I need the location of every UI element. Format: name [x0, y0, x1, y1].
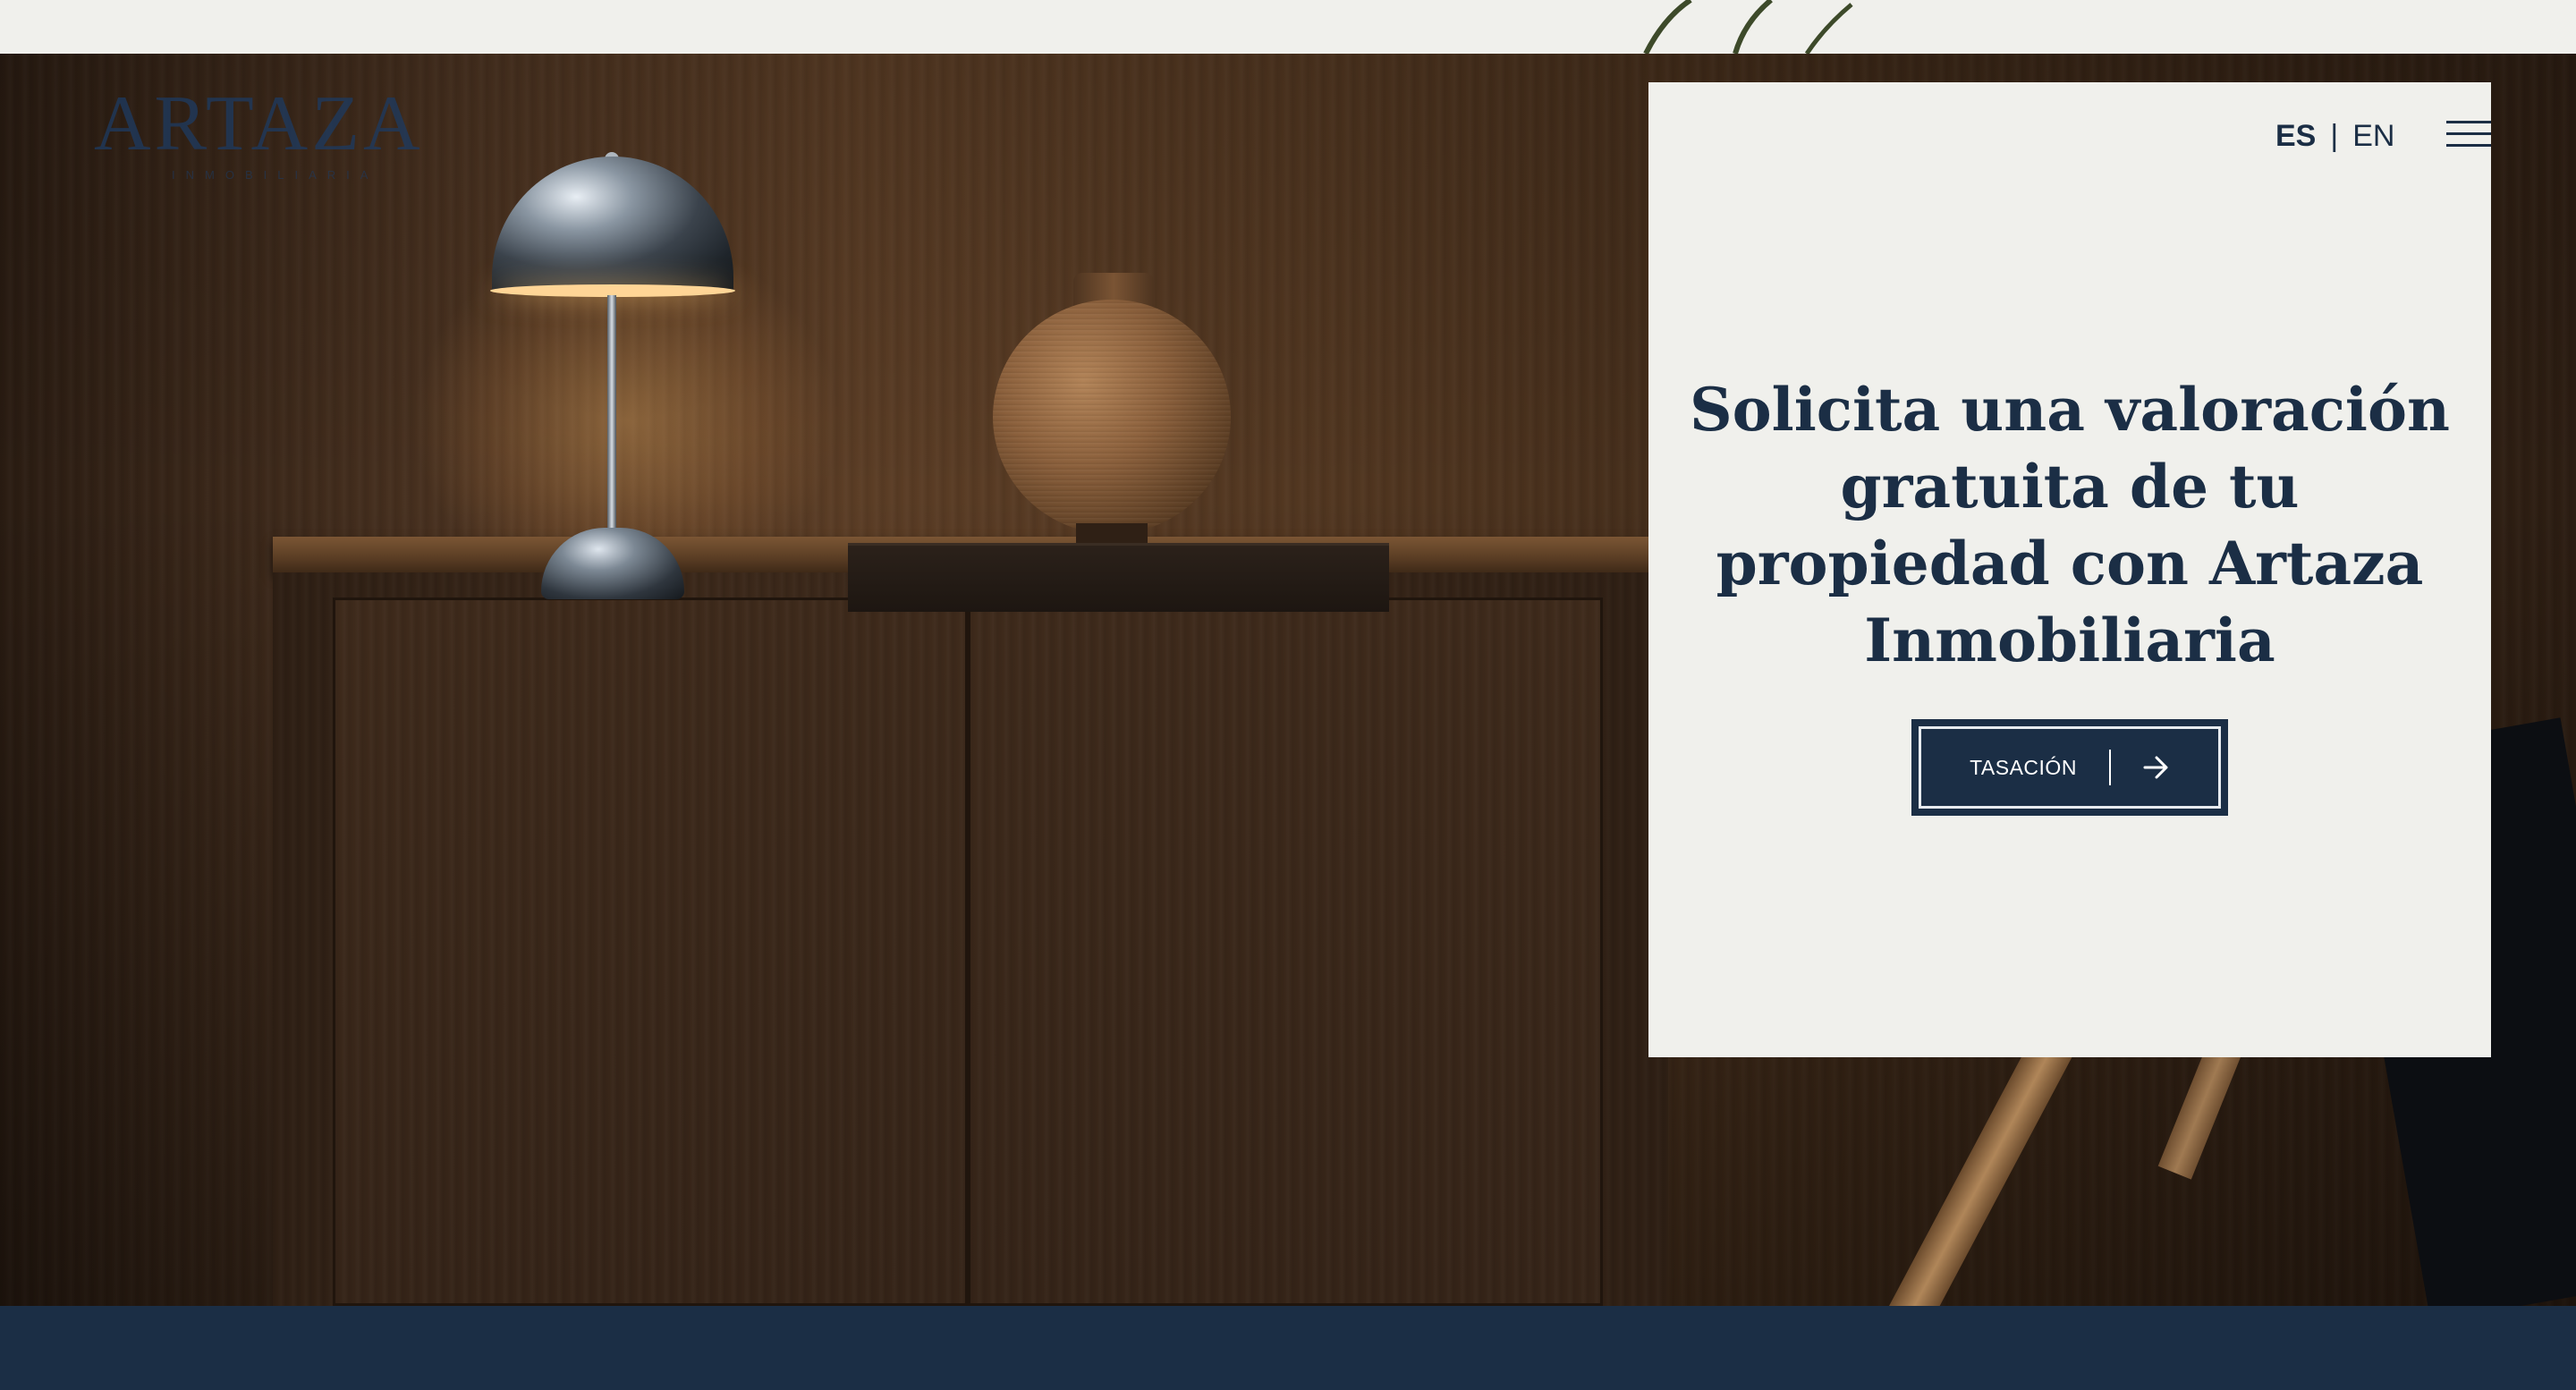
top-strip — [0, 0, 2576, 54]
logo-text: ARTAZA — [94, 81, 424, 167]
tasacion-button[interactable]: TASACIÓN — [1911, 719, 2228, 816]
logo-subtext: INMOBILIARIA — [172, 168, 379, 182]
language-separator: | — [2330, 118, 2339, 153]
tasacion-label: TASACIÓN — [1970, 755, 2077, 779]
valuation-headline: Solicita una valoración gratuita de tu p… — [1689, 375, 2451, 675]
wooden-vase — [993, 300, 1231, 534]
arrow-right-icon — [2143, 756, 2168, 779]
book — [848, 543, 1389, 612]
vase-foot — [1076, 523, 1148, 543]
plant-leaves — [1643, 0, 1853, 54]
language-en[interactable]: EN — [2352, 119, 2394, 154]
footer-band — [0, 1306, 2576, 1390]
button-divider — [2108, 750, 2111, 785]
sideboard-door — [968, 598, 1603, 1306]
lamp-stem — [607, 295, 616, 537]
language-es[interactable]: ES — [2275, 119, 2316, 154]
hamburger-menu-icon[interactable] — [2446, 121, 2491, 148]
sideboard-door — [333, 598, 968, 1306]
language-switcher: ES | EN — [2275, 118, 2394, 154]
